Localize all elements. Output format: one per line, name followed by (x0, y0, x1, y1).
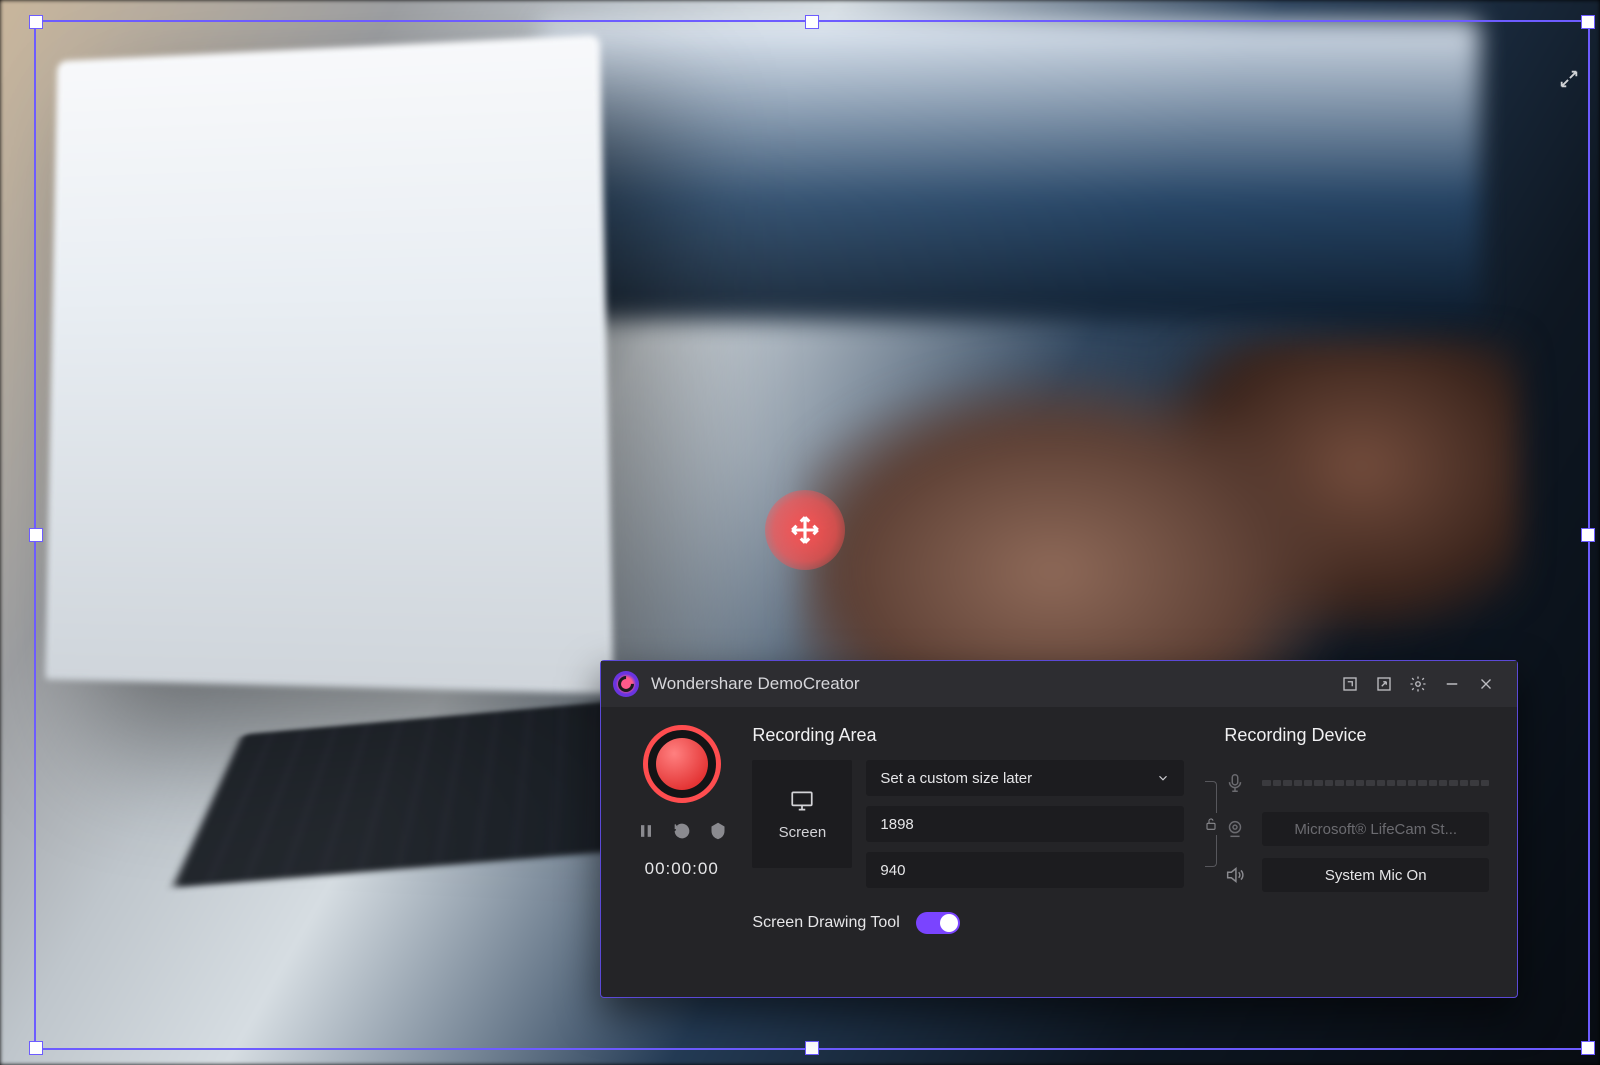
resize-handle-bottom-mid[interactable] (805, 1041, 819, 1055)
resize-handle-top-right[interactable] (1581, 15, 1595, 29)
close-button[interactable] (1469, 669, 1503, 699)
move-capture-handle[interactable] (765, 490, 845, 570)
bg-laptop (45, 35, 613, 694)
mic-level-meter (1262, 780, 1489, 786)
open-external-button[interactable] (1367, 669, 1401, 699)
record-icon (656, 738, 708, 790)
marker-button[interactable] (708, 821, 728, 841)
capture-width-input[interactable] (866, 806, 1184, 842)
recording-area-title: Recording Area (752, 725, 1224, 746)
timer-display: 00:00:00 (645, 859, 719, 879)
resize-handle-bottom-left[interactable] (29, 1041, 43, 1055)
recording-device-title: Recording Device (1224, 725, 1489, 746)
aspect-bracket-bot (1205, 835, 1217, 867)
screen-source-label: Screen (779, 824, 827, 841)
speaker-icon (1224, 864, 1246, 886)
resize-handle-mid-right[interactable] (1581, 528, 1595, 542)
record-button[interactable] (643, 725, 721, 803)
system-audio-select[interactable]: System Mic On (1262, 858, 1489, 892)
drawing-tool-label: Screen Drawing Tool (752, 914, 899, 932)
capture-height-input[interactable] (866, 852, 1184, 888)
app-logo-icon (613, 671, 639, 697)
minimize-button[interactable] (1435, 669, 1469, 699)
capture-mode-button[interactable] (1333, 669, 1367, 699)
aspect-bracket-top (1205, 781, 1217, 813)
system-audio-value: System Mic On (1325, 867, 1427, 884)
resize-handle-mid-left[interactable] (29, 528, 43, 542)
microphone-icon (1224, 772, 1246, 794)
resize-handle-top-left[interactable] (29, 15, 43, 29)
capture-width-field[interactable] (880, 816, 1170, 833)
webcam-value: Microsoft® LifeCam St... (1294, 821, 1457, 838)
size-preset-select[interactable]: Set a custom size later (866, 760, 1184, 796)
settings-button[interactable] (1401, 669, 1435, 699)
rerecord-button[interactable] (672, 821, 692, 841)
capture-height-field[interactable] (880, 862, 1170, 879)
system-audio-row[interactable]: System Mic On (1224, 852, 1489, 898)
chevron-down-icon (1156, 771, 1170, 785)
webcam-select[interactable]: Microsoft® LifeCam St... (1262, 812, 1489, 846)
microphone-row[interactable] (1224, 760, 1489, 806)
titlebar[interactable]: Wondershare DemoCreator (601, 661, 1517, 707)
screen-source-tab[interactable]: Screen (752, 760, 852, 868)
size-preset-value: Set a custom size later (880, 770, 1032, 787)
resize-handle-bottom-right[interactable] (1581, 1041, 1595, 1055)
webcam-row[interactable]: Microsoft® LifeCam St... (1224, 806, 1489, 852)
app-title: Wondershare DemoCreator (651, 674, 860, 694)
pause-button[interactable] (636, 821, 656, 841)
resize-handle-top-mid[interactable] (805, 15, 819, 29)
drawing-tool-toggle[interactable] (916, 912, 960, 934)
unlock-aspect-icon[interactable] (1203, 815, 1219, 833)
webcam-icon (1224, 818, 1246, 840)
recorder-panel: Wondershare DemoCreator (600, 660, 1518, 998)
bg-monitor (540, 20, 1480, 320)
